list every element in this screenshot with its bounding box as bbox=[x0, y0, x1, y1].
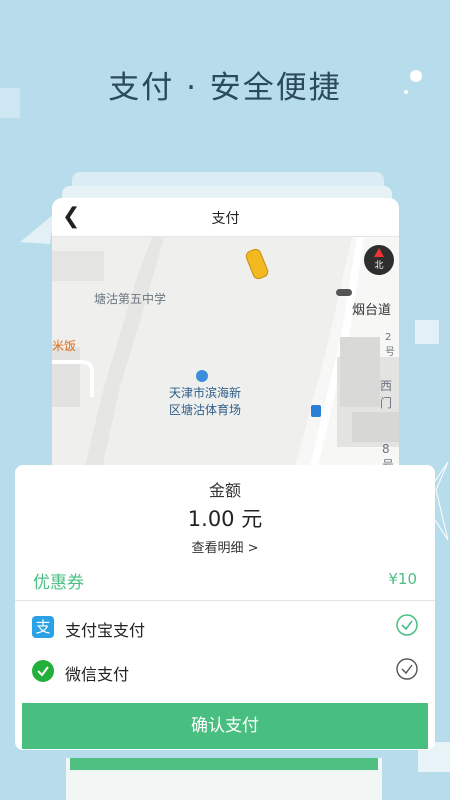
coupon-value: ¥10 bbox=[388, 570, 417, 588]
map-label-west-gate: 西门 bbox=[380, 379, 393, 410]
map-roads bbox=[52, 237, 399, 478]
decor-triangle-left bbox=[20, 214, 54, 244]
banner-title: 支付 · 安全便捷 bbox=[108, 70, 342, 106]
check-unselected-icon bbox=[396, 658, 418, 680]
bus-stop-icon bbox=[311, 405, 321, 417]
map-label-road: 烟台道 bbox=[352, 303, 392, 318]
wechat-icon bbox=[32, 660, 54, 682]
payment-method-wechat[interactable]: 微信支付 bbox=[15, 652, 435, 692]
view-details-link[interactable]: 查看明细 > bbox=[15, 537, 435, 556]
stadium-pin-icon bbox=[196, 370, 208, 382]
compass-needle-icon bbox=[374, 248, 384, 257]
wechat-check-mark bbox=[37, 666, 49, 677]
payment-method-label: 支付宝支付 bbox=[65, 621, 146, 640]
compass-north-label: 北 bbox=[374, 261, 384, 271]
confirm-payment-button[interactable]: 确认支付 bbox=[22, 703, 428, 749]
coupon-label: 优惠券 bbox=[33, 573, 84, 593]
page-title: 支付 bbox=[211, 211, 240, 227]
alipay-icon: 支 bbox=[32, 616, 54, 638]
payment-method-alipay[interactable]: 支 支付宝支付 bbox=[15, 608, 435, 648]
phone-mockup: ❮ 支付 塘沽第五中学 天津市滨海新 区塘沽体育场 烟台道 米饭 西门 2号 8… bbox=[52, 198, 399, 478]
map-label-school: 塘沽第五中学 bbox=[94, 292, 167, 306]
check-selected-icon bbox=[396, 614, 418, 636]
phone-header: ❮ 支付 bbox=[52, 198, 399, 237]
amount-label: 金额 bbox=[208, 481, 241, 500]
map-label-number-2: 2号 bbox=[385, 332, 395, 358]
compass-icon[interactable]: 北 bbox=[364, 245, 394, 275]
traffic-light-icon bbox=[336, 289, 352, 296]
map-label-stadium: 天津市滨海新 区塘沽体育场 bbox=[169, 386, 242, 417]
amount-value: 1.00 元 bbox=[187, 507, 263, 531]
coupon-row[interactable]: 优惠券 ¥10 bbox=[15, 560, 435, 601]
phone-bottom-button-edge bbox=[70, 758, 378, 770]
map-label-shop: 米饭 bbox=[52, 339, 77, 353]
decor-square-right bbox=[415, 320, 439, 344]
map-view[interactable]: 塘沽第五中学 天津市滨海新 区塘沽体育场 烟台道 米饭 西门 2号 8号 北 bbox=[52, 237, 399, 478]
payment-method-label: 微信支付 bbox=[65, 665, 130, 684]
